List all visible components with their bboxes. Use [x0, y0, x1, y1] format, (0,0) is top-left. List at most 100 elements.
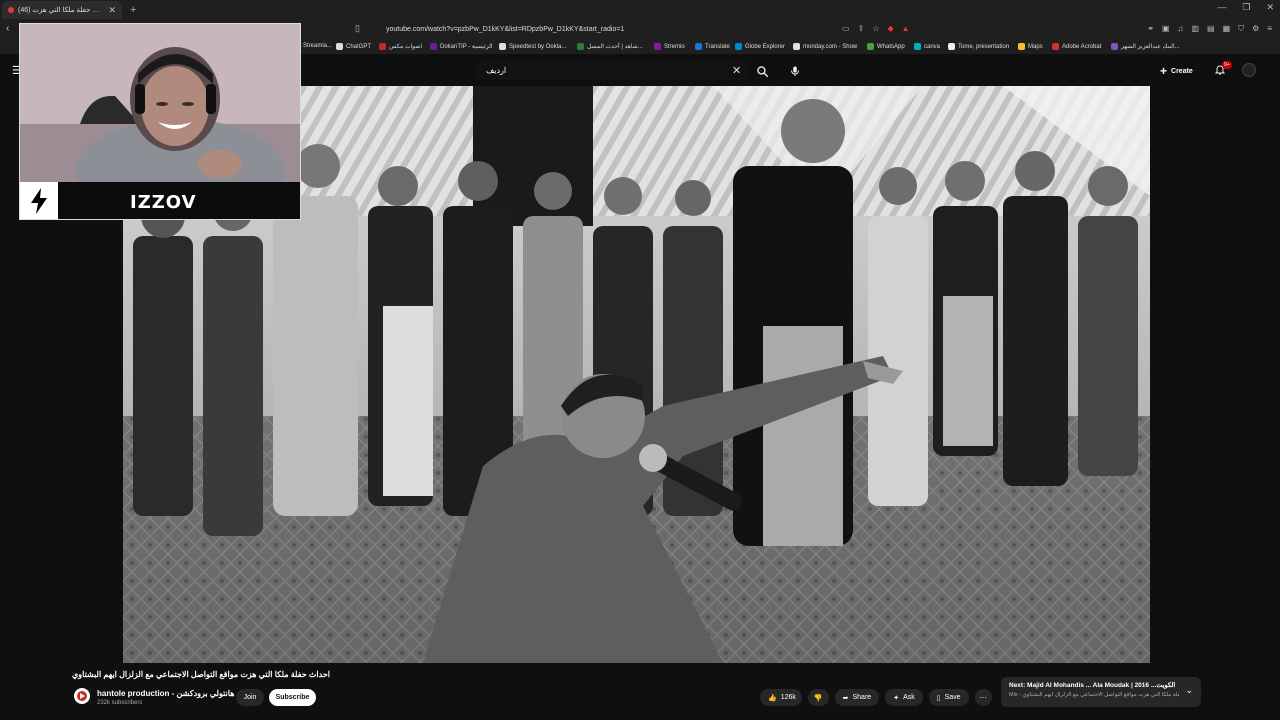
speedtest-icon [499, 43, 506, 50]
bookmark-item[interactable]: DokanTIP - الرئيسية [430, 43, 493, 50]
shahid-icon [577, 43, 584, 50]
webcam-person [20, 24, 300, 219]
extension-link-icon[interactable]: ⚭ [1147, 24, 1154, 34]
monday-icon [793, 43, 800, 50]
extensions-bar: ⚭ ▣ ♫ ▥ ▤ ▦ ⛉ ⚙ ≡ [1147, 24, 1272, 34]
bookmark-item[interactable]: Speedtest by Ookla... [499, 43, 566, 50]
bookmark-item[interactable]: Adobe Acrobat [1052, 43, 1101, 50]
bookmark-item[interactable]: Stremio [654, 43, 685, 50]
sound-icon [379, 43, 386, 50]
share-page-icon[interactable]: ⇪ [858, 24, 865, 33]
subscriber-count: 232k subscribers [97, 700, 143, 706]
browser-tab[interactable]: (46) احداث حفلة ملكا التي هزت... ✕ [2, 1, 122, 19]
lightning-icon [20, 182, 58, 219]
video-actions: 👍 126k 👎 ➦ Share ✦ Ask ▯ Save ⋯ [760, 689, 992, 706]
bookmark-item[interactable]: WhatsApp [867, 43, 905, 50]
shield-icon[interactable]: ⛉ [1238, 24, 1244, 34]
thumbs-down-icon: 👎 [813, 694, 823, 702]
chevron-down-icon[interactable]: ⌄ [1185, 685, 1193, 696]
sparkle-icon: ✦ [893, 694, 900, 702]
join-button[interactable]: Join [236, 689, 264, 706]
bookmark-item[interactable]: Streamla... [303, 43, 332, 49]
brave-rewards-icon[interactable]: ▲ [902, 24, 910, 33]
voice-search-button[interactable] [786, 62, 804, 80]
sidebar-icon[interactable]: ▥ [1191, 24, 1199, 34]
bookmark-item[interactable]: Maps [1018, 43, 1043, 50]
music-icon[interactable]: ♫ [1177, 24, 1183, 34]
menu-icon[interactable]: ≡ [1267, 24, 1272, 34]
bookmark-icon[interactable]: ▯ [355, 23, 360, 34]
close-window-icon[interactable]: ✕ [1266, 2, 1274, 13]
ask-button[interactable]: ✦ Ask [885, 689, 923, 706]
webcam-overlay: IZZOV [19, 23, 301, 220]
stremio-icon [654, 43, 661, 50]
whatsapp-icon [867, 43, 874, 50]
back-arrow-icon[interactable]: ‹ [6, 23, 9, 34]
next-video-subtitle: Mix - احداث حفلة ملكا التي هزت مواقع الت… [1009, 692, 1179, 698]
search-button[interactable] [753, 62, 771, 80]
wallet-icon[interactable]: ▤ [1207, 24, 1215, 34]
dokan-icon [430, 43, 437, 50]
bookmark-item[interactable]: ChatGPT [336, 43, 371, 50]
bookmark-save-icon: ▯ [936, 694, 941, 702]
create-label: Create [1171, 67, 1193, 75]
subscribe-button[interactable]: Subscribe [269, 689, 316, 706]
search-input[interactable]: ارديف [478, 62, 750, 80]
plus-icon: + [1160, 64, 1168, 78]
video-title: احداث حفلة ملكا التي هزت مواقع التواصل ا… [72, 670, 330, 679]
next-video-title: Next: Majid Al Mohandis ... Ala Moudak |… [1009, 682, 1176, 689]
account-avatar[interactable] [1242, 63, 1256, 77]
save-label: Save [944, 694, 961, 701]
minimize-icon[interactable]: — [1217, 2, 1226, 13]
save-button[interactable]: ▯ Save [928, 689, 969, 706]
close-tab-icon[interactable]: ✕ [108, 5, 116, 16]
star-icon[interactable]: ☆ [872, 24, 879, 33]
screen: (46) احداث حفلة ملكا التي هزت... ✕ + — ❐… [0, 0, 1280, 720]
search-icon [756, 65, 768, 77]
settings-icon[interactable]: ⚙ [1252, 24, 1259, 34]
channel-name[interactable]: hantole production - هانتولي برودكشن [97, 689, 234, 698]
url-actions: ▭ ⇪ ☆ ◆ ▲ [842, 24, 910, 33]
bookmark-item[interactable]: canva [914, 43, 940, 50]
bookmark-item[interactable]: اصوات مكس [379, 43, 422, 50]
microphone-icon [791, 66, 799, 76]
share-label: Share [852, 694, 872, 701]
next-video-card[interactable]: Next: Majid Al Mohandis ... Ala Moudak |… [1001, 677, 1201, 707]
browser-tab-bar: (46) احداث حفلة ملكا التي هزت... ✕ + — ❐… [0, 0, 1280, 20]
bookmark-item[interactable]: شاهد | أحدث المسل... [577, 43, 643, 50]
tab-title: (46) احداث حفلة ملكا التي هزت... [18, 7, 105, 14]
create-button[interactable]: + Create [1160, 63, 1193, 79]
more-horizontal-icon: ⋯ [979, 694, 987, 702]
more-actions-button[interactable]: ⋯ [974, 689, 992, 706]
translate-icon [695, 43, 702, 50]
bank-icon [1111, 43, 1118, 50]
share-button[interactable]: ➦ Share [834, 689, 880, 706]
webcam-feed [20, 24, 300, 219]
new-tab-icon[interactable]: + [130, 4, 136, 16]
maps-icon [1018, 43, 1025, 50]
share-icon: ➦ [842, 694, 849, 702]
chatgpt-icon [336, 43, 343, 50]
tabs-icon[interactable]: ▦ [1223, 24, 1231, 34]
dislike-button[interactable]: 👎 [807, 689, 829, 706]
canva-icon [914, 43, 921, 50]
channel-avatar[interactable] [74, 688, 90, 704]
like-button[interactable]: 👍 126k [760, 689, 802, 706]
recording-icon [8, 7, 14, 13]
extension-wallet-icon[interactable]: ▣ [1162, 24, 1170, 34]
bookmark-item[interactable]: monday.com - Show [793, 43, 857, 50]
like-count: 126k [780, 694, 796, 701]
bookmark-item[interactable]: Globe Explorer [735, 43, 785, 50]
screen-icon[interactable]: ▭ [842, 24, 850, 33]
maximize-icon[interactable]: ❐ [1242, 2, 1250, 13]
clear-search-icon[interactable]: ✕ [732, 64, 741, 77]
url-field[interactable]: youtube.com/watch?v=pzbPw_D1kKY&list=RDp… [372, 22, 912, 38]
brave-shield-icon[interactable]: ◆ [887, 24, 893, 33]
bookmark-item[interactable]: Tome, presentation [948, 43, 1009, 50]
bookmark-item[interactable]: البنك عبدالعزيز الشهر... [1111, 43, 1180, 50]
bookmark-item[interactable]: Translate [695, 43, 730, 50]
streamer-name: IZZOV [130, 192, 197, 213]
globe-icon [735, 43, 742, 50]
window-controls: — ❐ ✕ [1217, 2, 1274, 13]
thumbs-up-icon: 👍 [768, 694, 777, 702]
